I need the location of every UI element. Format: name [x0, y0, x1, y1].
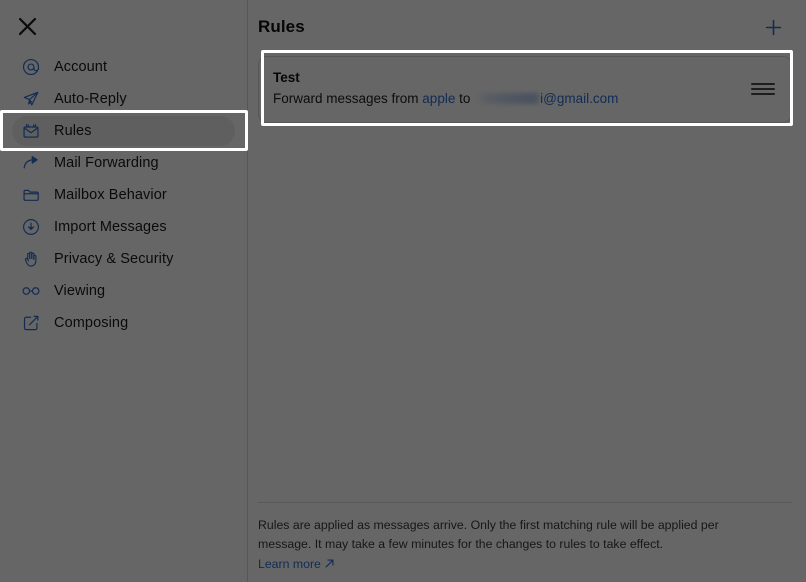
sidebar-item-label: Viewing [54, 283, 106, 299]
settings-sidebar: Account Auto-Reply Rules Mail Forwarding… [0, 0, 248, 582]
learn-more-label: Learn more [258, 556, 321, 571]
drag-handle-line [751, 87, 775, 90]
rule-desc-middle: to [455, 91, 475, 106]
sidebar-nav-list: Account Auto-Reply Rules Mail Forwarding… [0, 52, 247, 340]
folder-icon [20, 184, 42, 206]
sidebar-item-label: Mailbox Behavior [54, 187, 167, 203]
paper-plane-icon [20, 88, 42, 110]
drag-handle-line [751, 82, 775, 85]
sidebar-item-import-messages[interactable]: Import Messages [12, 212, 235, 242]
sidebar-item-label: Privacy & Security [54, 251, 174, 267]
sidebar-item-mail-forwarding[interactable]: Mail Forwarding [12, 148, 235, 178]
sidebar-item-label: Auto-Reply [54, 91, 127, 107]
learn-more-link[interactable]: Learn more [258, 557, 335, 571]
rule-description: Forward messages from apple to i@gmail.c… [273, 88, 739, 109]
rule-from-link[interactable]: apple [422, 91, 455, 106]
sidebar-item-mailbox-behavior[interactable]: Mailbox Behavior [12, 180, 235, 210]
plus-icon [765, 19, 781, 35]
rule-text: Test Forward messages from apple to i@gm… [273, 68, 739, 109]
external-link-icon [325, 559, 334, 568]
rules-footer: Rules are applied as messages arrive. On… [258, 501, 792, 575]
close-button[interactable] [13, 12, 41, 40]
glasses-icon [20, 280, 42, 302]
sidebar-item-viewing[interactable]: Viewing [12, 276, 235, 306]
forward-arrow-icon [20, 152, 42, 174]
rule-to-link[interactable]: i@gmail.com [540, 91, 618, 106]
rules-pane: Rules Test Forward messages from apple t… [248, 0, 806, 582]
compose-square-icon [20, 312, 42, 334]
hand-raised-icon [20, 248, 42, 270]
rules-list: Test Forward messages from apple to i@gm… [258, 56, 792, 123]
sidebar-item-privacy-security[interactable]: Privacy & Security [12, 244, 235, 274]
sidebar-item-label: Mail Forwarding [54, 155, 159, 171]
drag-handle-icon[interactable] [751, 78, 777, 100]
rule-desc-prefix: Forward messages from [273, 91, 423, 106]
sidebar-item-label: Import Messages [54, 219, 167, 235]
at-sign-icon [20, 56, 42, 78]
sidebar-item-account[interactable]: Account [12, 52, 235, 82]
download-circle-icon [20, 216, 42, 238]
rule-row[interactable]: Test Forward messages from apple to i@gm… [258, 56, 792, 123]
settings-window: Account Auto-Reply Rules Mail Forwarding… [0, 0, 806, 582]
footer-note: Rules are applied as messages arrive. On… [258, 516, 728, 575]
add-rule-button[interactable] [760, 14, 786, 40]
page-title: Rules [258, 17, 305, 36]
sidebar-item-composing[interactable]: Composing [12, 308, 235, 338]
envelope-rules-icon [20, 120, 42, 142]
rule-name: Test [273, 70, 300, 85]
drag-handle-line [751, 92, 775, 95]
rules-header: Rules [248, 0, 806, 54]
redacted-email-user [475, 93, 540, 104]
close-icon [18, 17, 36, 35]
sidebar-item-rules[interactable]: Rules [12, 116, 235, 146]
footer-note-text: Rules are applied as messages arrive. On… [258, 517, 719, 552]
sidebar-item-label: Rules [54, 123, 92, 139]
sidebar-item-label: Composing [54, 315, 129, 331]
sidebar-item-label: Account [54, 59, 108, 75]
sidebar-item-auto-reply[interactable]: Auto-Reply [12, 84, 235, 114]
